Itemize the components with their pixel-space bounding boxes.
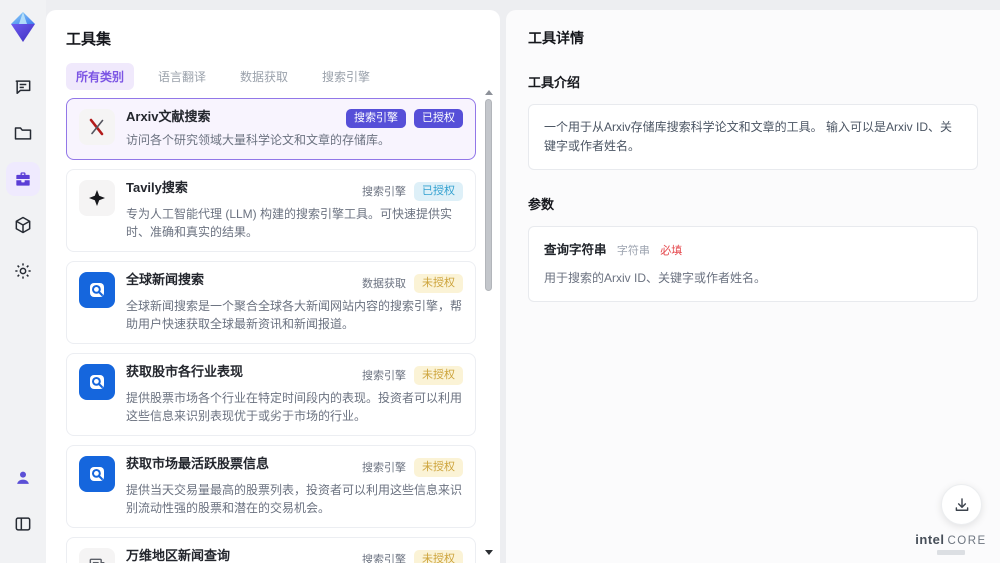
tab-data-fetch[interactable]: 数据获取 bbox=[230, 63, 298, 90]
category-label: 搜索引擎 bbox=[362, 554, 406, 563]
page-title: 工具集 bbox=[66, 31, 112, 48]
tool-list-panel: 工具集 所有类别 语言翻译 数据获取 搜索引擎 Arxiv文献搜索 搜索引擎 已… bbox=[46, 10, 500, 563]
intro-heading: 工具介绍 bbox=[528, 75, 581, 90]
detail-title: 工具详情 bbox=[528, 30, 584, 46]
category-label: 搜索引擎 bbox=[362, 186, 406, 199]
param-description: 用于搜索的Arxiv ID、关键字或作者姓名。 bbox=[544, 270, 767, 285]
brand-underline bbox=[937, 550, 965, 555]
param-header: 查询字符串 字符串 必填 bbox=[544, 240, 962, 261]
params-heading: 参数 bbox=[528, 197, 555, 213]
tool-name: 万维地区新闻查询 bbox=[126, 548, 231, 563]
scroll-down-arrow[interactable] bbox=[484, 550, 493, 555]
tab-language-translate[interactable]: 语言翻译 bbox=[148, 63, 216, 90]
search-logo-icon bbox=[79, 364, 115, 401]
category-label: 搜索引擎 bbox=[362, 370, 406, 383]
category-label: 数据获取 bbox=[362, 278, 406, 291]
sidebar-item-account[interactable] bbox=[6, 461, 40, 495]
tool-list: Arxiv文献搜索 搜索引擎 已授权 访问各个研究领域大量科学论文和文章的存储库… bbox=[66, 98, 476, 563]
arxiv-logo-icon bbox=[79, 109, 115, 145]
app-logo-icon[interactable] bbox=[6, 10, 40, 44]
sidebar-item-tools[interactable] bbox=[6, 162, 40, 196]
folder-icon bbox=[13, 123, 33, 143]
brand-intel-text: intel bbox=[915, 532, 945, 547]
auth-badge: 未授权 bbox=[414, 365, 463, 385]
param-required-badge: 必填 bbox=[660, 245, 683, 258]
cube-icon bbox=[13, 215, 33, 235]
chat-icon bbox=[13, 77, 33, 97]
tool-card-sector-performance[interactable]: 获取股市各行业表现 搜索引擎 未授权 提供股票市场各个行业在特定时间段内的表现。… bbox=[66, 353, 476, 437]
auth-badge: 未授权 bbox=[414, 273, 463, 293]
category-label: 搜索引擎 bbox=[362, 462, 406, 475]
tool-card-tavily[interactable]: Tavily搜索 搜索引擎 已授权 专为人工智能代理 (LLM) 构建的搜索引擎… bbox=[66, 169, 476, 253]
toolbox-icon bbox=[13, 169, 33, 189]
download-button[interactable] bbox=[941, 484, 982, 525]
panel-toggle-icon bbox=[13, 514, 33, 534]
tool-name: 获取股市各行业表现 bbox=[126, 364, 244, 380]
gear-icon bbox=[13, 261, 33, 281]
tab-all-categories[interactable]: 所有类别 bbox=[66, 63, 135, 90]
user-icon bbox=[13, 468, 33, 488]
tool-description: 提供股票市场各个行业在特定时间段内的表现。投资者可以利用这些信息来识别表现优于或… bbox=[126, 391, 463, 424]
intel-core-logo: intel CORE bbox=[912, 532, 990, 555]
sidebar-item-chat[interactable] bbox=[6, 70, 40, 104]
tool-card-global-news[interactable]: 全球新闻搜索 数据获取 未授权 全球新闻搜索是一个聚合全球各大新闻网站内容的搜索… bbox=[66, 261, 476, 345]
tool-card-arxiv[interactable]: Arxiv文献搜索 搜索引擎 已授权 访问各个研究领域大量科学论文和文章的存储库… bbox=[66, 98, 476, 161]
tool-card-most-active-stocks[interactable]: 获取市场最活跃股票信息 搜索引擎 未授权 提供当天交易量最高的股票列表，投资者可… bbox=[66, 445, 476, 529]
tool-card-regional-news[interactable]: 万维地区新闻查询 搜索引擎 未授权 查询具体行政区划内的新闻，快速了解各地新闻动 bbox=[66, 537, 476, 563]
tab-search-engine[interactable]: 搜索引擎 bbox=[312, 63, 380, 90]
sidebar-item-settings[interactable] bbox=[6, 254, 40, 288]
search-logo-icon bbox=[79, 456, 115, 493]
sparkle-icon bbox=[79, 180, 115, 217]
auth-badge: 已授权 bbox=[414, 109, 463, 129]
newspaper-icon bbox=[79, 548, 115, 563]
category-badge: 搜索引擎 bbox=[346, 109, 406, 129]
category-tabs: 所有类别 语言翻译 数据获取 搜索引擎 bbox=[66, 63, 500, 90]
search-logo-icon bbox=[79, 272, 115, 309]
param-name: 查询字符串 bbox=[544, 243, 607, 258]
param-type: 字符串 bbox=[616, 245, 650, 258]
list-scrollbar[interactable] bbox=[484, 90, 493, 555]
sidebar-item-collapse[interactable] bbox=[6, 507, 40, 541]
tool-description: 专为人工智能代理 (LLM) 构建的搜索引擎工具。可快速提供实时、准确和真实的结… bbox=[126, 207, 453, 240]
tool-name: Tavily搜索 bbox=[126, 180, 188, 196]
scrollbar-thumb[interactable] bbox=[485, 99, 492, 291]
intro-text: 一个用于从Arxiv存储库搜索科学论文和文章的工具。 输入可以是Arxiv ID… bbox=[544, 120, 953, 154]
sidebar-item-models[interactable] bbox=[6, 208, 40, 242]
scroll-up-arrow[interactable] bbox=[484, 90, 493, 95]
auth-badge: 未授权 bbox=[414, 457, 463, 477]
tool-name: 全球新闻搜索 bbox=[126, 272, 205, 288]
sidebar-item-files[interactable] bbox=[6, 116, 40, 150]
auth-badge: 已授权 bbox=[414, 181, 463, 201]
tool-description: 访问各个研究领域大量科学论文和文章的存储库。 bbox=[126, 133, 391, 148]
tool-name: Arxiv文献搜索 bbox=[126, 109, 211, 124]
auth-badge: 未授权 bbox=[414, 549, 463, 563]
intro-box: 一个用于从Arxiv存储库搜索科学论文和文章的工具。 输入可以是Arxiv ID… bbox=[528, 104, 978, 171]
download-icon bbox=[953, 496, 971, 514]
brand-core-text: CORE bbox=[947, 535, 987, 547]
tool-description: 提供当天交易量最高的股票列表，投资者可以利用这些信息来识别流动性强的股票和潜在的… bbox=[126, 483, 463, 516]
tool-detail-panel: 工具详情 工具介绍 一个用于从Arxiv存储库搜索科学论文和文章的工具。 输入可… bbox=[506, 10, 1000, 563]
tool-description: 全球新闻搜索是一个聚合全球各大新闻网站内容的搜索引擎，帮助用户快速获取全球最新资… bbox=[126, 299, 463, 332]
left-sidebar bbox=[0, 0, 46, 563]
param-box: 查询字符串 字符串 必填 用于搜索的Arxiv ID、关键字或作者姓名。 bbox=[528, 226, 978, 303]
tool-name: 获取市场最活跃股票信息 bbox=[126, 456, 270, 472]
